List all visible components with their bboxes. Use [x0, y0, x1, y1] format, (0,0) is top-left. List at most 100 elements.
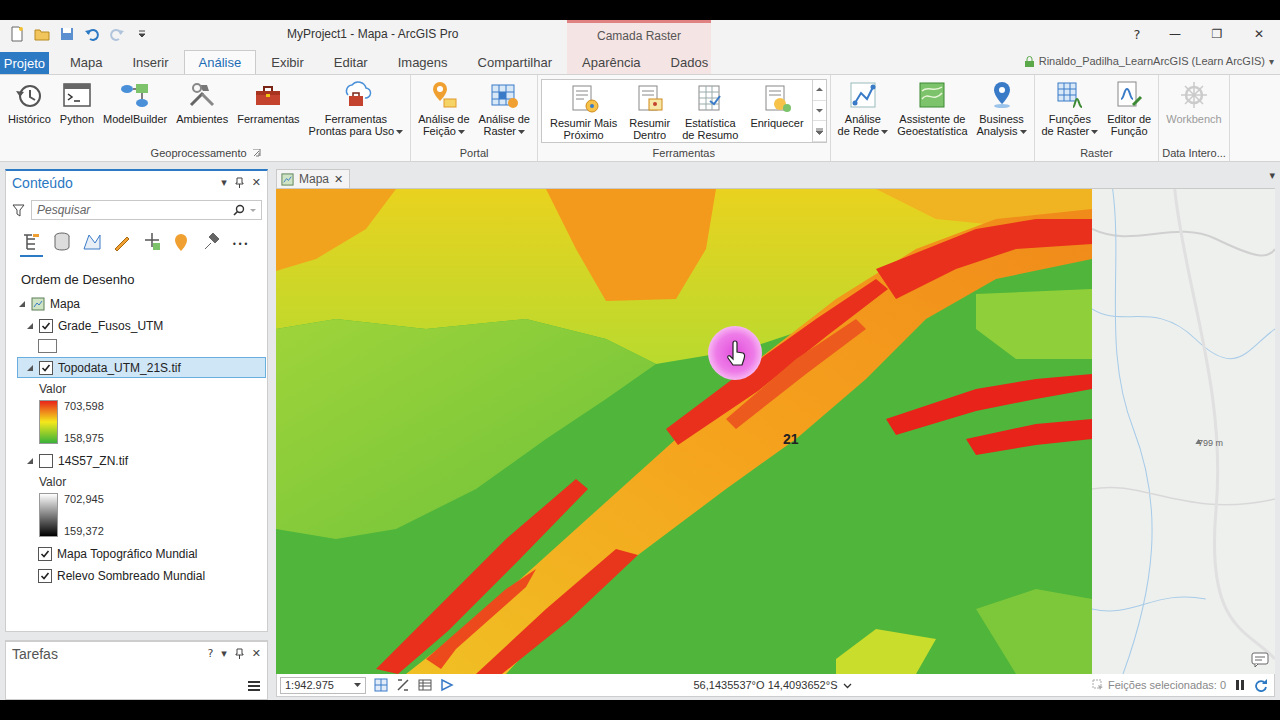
search-options-icon[interactable] [249, 206, 257, 214]
color-ramp-legend[interactable]: 703,598158,975 [6, 398, 267, 450]
ribbon-button[interactable]: Enriquecer [746, 82, 807, 142]
ribbon-button[interactable]: BusinessAnalysis [973, 78, 1031, 138]
ribbon-button[interactable]: Análisede Rede [834, 78, 893, 138]
ribbon-button[interactable]: Histórico [4, 78, 55, 126]
basemap-tree-row[interactable]: Mapa Topográfico Mundial [17, 543, 266, 564]
refresh-icon[interactable] [1254, 678, 1268, 692]
basemap[interactable] [1092, 189, 1275, 674]
undo-icon[interactable] [84, 26, 100, 42]
ribbon-tab[interactable]: Editar [319, 50, 383, 74]
new-project-icon[interactable] [9, 26, 25, 42]
ribbon-tab[interactable]: Imagens [383, 50, 463, 74]
pane-close-button[interactable]: ✕ [252, 647, 261, 660]
dialog-launcher-icon[interactable] [253, 149, 261, 157]
ribbon-button[interactable]: ModelBuilder [99, 78, 171, 126]
ribbon-tab[interactable]: Inserir [117, 50, 183, 74]
layer-tree-row[interactable]: Topodata_UTM_21S.tif [17, 357, 266, 378]
more-tools-button[interactable]: ••• [232, 240, 249, 249]
filter-icon[interactable] [12, 204, 25, 217]
view-tool-button[interactable] [200, 231, 223, 257]
basemap-tree-row[interactable]: Relevo Sombreado Mundial [17, 565, 266, 586]
ribbon-button[interactable]: Estatísticade Resumo [678, 82, 742, 142]
layer-checkbox[interactable] [39, 454, 53, 468]
ribbon-tab[interactable]: Aparência [567, 50, 656, 74]
view-tool-button[interactable] [20, 231, 43, 257]
grid-icon[interactable] [374, 678, 388, 692]
hamburger-menu-icon[interactable] [247, 679, 261, 693]
ribbon-button[interactable]: Editor deFunção [1103, 78, 1155, 138]
pane-close-button[interactable]: ✕ [252, 176, 261, 189]
window-control-button[interactable]: ✕ [1238, 20, 1280, 48]
collapse-icon[interactable] [26, 364, 34, 372]
pane-help-button[interactable]: ? [207, 647, 213, 660]
scale-field[interactable]: 1:942.975 [280, 677, 366, 694]
save-icon[interactable] [59, 26, 75, 42]
coordinates[interactable]: 56,1435537°O 14,4093652°S [462, 679, 1084, 691]
gallery-up[interactable] [813, 80, 826, 101]
color-ramp-legend[interactable]: 702,945159,372 [6, 491, 267, 543]
search-field[interactable]: Pesquisar [31, 200, 262, 220]
pane-menu-button[interactable]: ▾ [221, 176, 227, 189]
layer-checkbox[interactable] [39, 319, 53, 333]
layer-tree-row[interactable]: Grade_Fusos_UTM [17, 315, 266, 336]
fill-symbol[interactable] [38, 339, 57, 353]
pin-icon[interactable] [235, 648, 244, 659]
ribbon-tab[interactable]: Compartilhar [463, 50, 567, 74]
snapping-icon[interactable] [396, 678, 410, 692]
layer-checkbox[interactable] [38, 547, 52, 561]
gallery-more[interactable] [813, 121, 826, 142]
view-tool-button[interactable] [140, 231, 163, 257]
map-tree-row[interactable]: Mapa [17, 293, 266, 314]
ribbon-button[interactable]: FerramentasProntas para Uso [305, 78, 408, 138]
pane-menu-button[interactable]: ▾ [221, 647, 227, 660]
table-icon[interactable] [418, 678, 432, 692]
ribbon-button[interactable]: Assistente deGeoestatística [893, 78, 971, 138]
collapse-icon[interactable] [26, 322, 34, 330]
ribbon-button[interactable]: Análise deFeição [414, 78, 473, 138]
navigation-icon[interactable] [440, 678, 454, 692]
ramp-labels: 702,945159,372 [64, 493, 104, 537]
screen: MyProject1 - Mapa - ArcGIS ProCamada Ras… [0, 0, 1280, 720]
pin-icon[interactable] [235, 177, 244, 188]
coordinates-dropdown-icon[interactable] [843, 681, 852, 690]
window-control-button[interactable]: ❐ [1196, 20, 1238, 48]
ribbon-tab[interactable]: Projeto [0, 52, 49, 74]
ribbon-button-label: Histórico [8, 113, 51, 125]
user-menu-caret[interactable]: ▾ [1269, 56, 1274, 67]
window-control-button[interactable]: — [1154, 20, 1196, 48]
ribbon-button[interactable]: ResumirDentro [625, 82, 674, 142]
pause-icon[interactable] [1234, 679, 1246, 691]
ribbon-button[interactable]: Python [56, 78, 98, 126]
ribbon-button[interactable]: Resumir MaisPróximo [546, 82, 621, 142]
map-view[interactable]: 21799 m [276, 189, 1275, 674]
gallery-down[interactable] [813, 101, 826, 122]
ribbon-button[interactable]: Análise deRaster [475, 78, 534, 138]
ribbon-button[interactable]: Workbench [1162, 78, 1225, 126]
layer-tree-row[interactable]: 14S57_ZN.tif [17, 450, 266, 471]
layer-checkbox[interactable] [38, 569, 52, 583]
tab-strip-menu[interactable]: ▾ [1269, 169, 1275, 188]
ribbon-tab[interactable]: Análise [184, 50, 257, 74]
customize-toolbar-icon[interactable] [134, 26, 150, 42]
search-icon[interactable] [233, 204, 245, 216]
ribbon-button[interactable]: Funçõesde Raster [1038, 78, 1103, 138]
collapse-icon[interactable] [18, 300, 26, 308]
elevation-raster[interactable] [276, 189, 1092, 674]
ribbon-tab[interactable]: Dados [656, 50, 724, 74]
map-tab[interactable]: Mapa✕ [276, 169, 350, 188]
ribbon-tab[interactable]: Mapa [55, 50, 118, 74]
help-button[interactable]: ? [1120, 20, 1154, 48]
layer-checkbox[interactable] [39, 361, 53, 375]
view-tool-button[interactable] [110, 231, 133, 257]
map-tab-close[interactable]: ✕ [334, 173, 343, 186]
notifications-icon[interactable] [1251, 652, 1269, 668]
ribbon-button[interactable]: Ferramentas [233, 78, 303, 126]
ribbon-button[interactable]: Ambientes [172, 78, 232, 126]
view-tool-button[interactable] [50, 231, 73, 257]
view-tool-button[interactable] [80, 231, 103, 257]
user-account[interactable]: Rinaldo_Padilha_LearnArcGIS (Learn ArcGI… [1024, 48, 1280, 74]
ribbon-tab[interactable]: Exibir [256, 50, 319, 74]
open-folder-icon[interactable] [34, 26, 50, 42]
view-tool-button[interactable] [170, 231, 193, 257]
collapse-icon[interactable] [26, 457, 34, 465]
